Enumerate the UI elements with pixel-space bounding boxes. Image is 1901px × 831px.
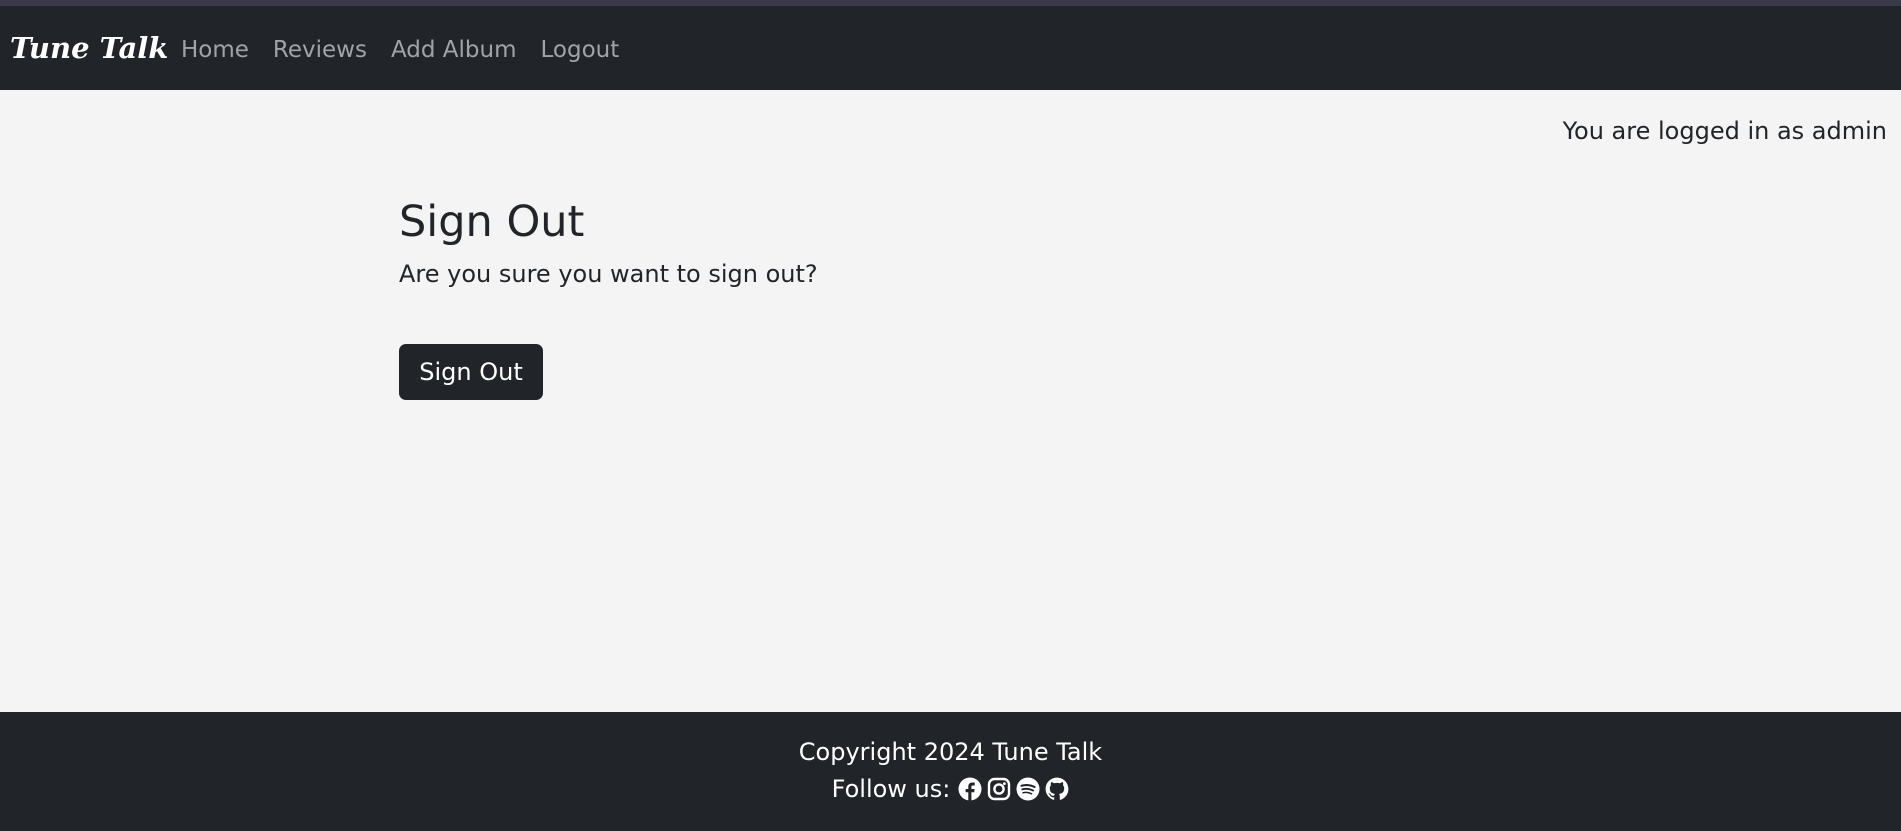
login-status-text: You are logged in as admin: [1562, 117, 1887, 145]
sign-out-button[interactable]: Sign Out: [399, 344, 543, 400]
nav-item-logout[interactable]: Logout: [541, 34, 620, 66]
nav-item-home[interactable]: Home: [181, 34, 249, 66]
nav-item-reviews[interactable]: Reviews: [273, 34, 367, 66]
github-icon[interactable]: [1045, 777, 1069, 801]
spotify-icon[interactable]: [1016, 777, 1040, 801]
nav-links: Home Reviews Add Album Logout: [181, 34, 619, 66]
footer: Copyright 2024 Tune Talk Follow us:: [0, 712, 1901, 831]
page-title: Sign Out: [399, 197, 585, 247]
navbar: Tune Talk Home Reviews Add Album Logout: [0, 6, 1901, 90]
copyright-text: Copyright 2024 Tune Talk: [798, 738, 1103, 766]
follow-us-label: Follow us:: [831, 775, 951, 803]
nav-item-add-album[interactable]: Add Album: [391, 34, 517, 66]
social-icons: [958, 777, 1069, 801]
instagram-icon[interactable]: [987, 777, 1011, 801]
facebook-icon[interactable]: [958, 777, 982, 801]
sign-out-prompt: Are you sure you want to sign out?: [399, 260, 818, 288]
brand-logo-link[interactable]: Tune Talk: [10, 30, 168, 66]
sign-out-panel: Sign Out Are you sure you want to sign o…: [399, 196, 818, 400]
follow-us-row: Follow us:: [0, 773, 1901, 805]
